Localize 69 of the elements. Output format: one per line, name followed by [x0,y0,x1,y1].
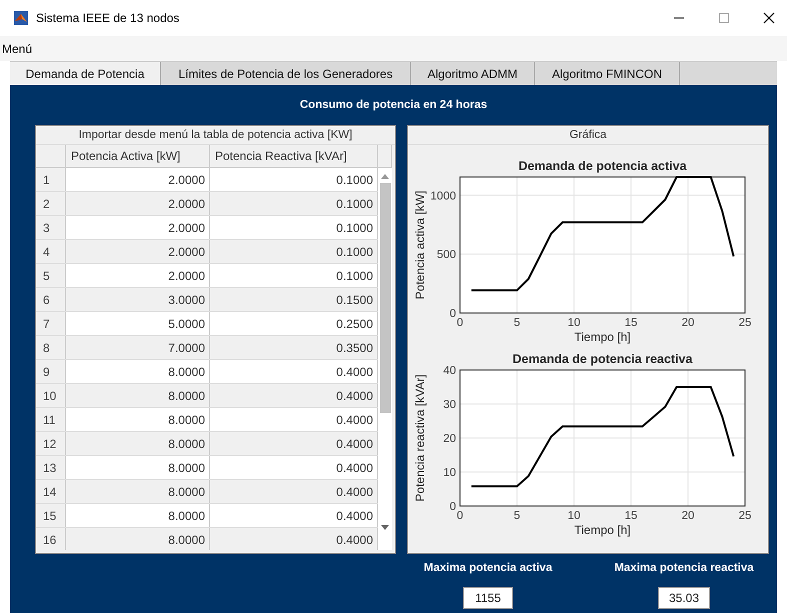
tick-label: 0 [456,510,464,522]
tick-label: 0 [450,308,456,320]
table-cell[interactable]: 8.0000 [66,432,210,455]
tick-label: 0 [456,317,464,329]
panel-title: Consumo de potencia en 24 horas [298,98,488,113]
axis-label: Tiempo [h] [574,523,631,537]
row-number: 13 [36,456,66,479]
table-cell[interactable]: 8.0000 [66,480,210,503]
table-cell[interactable]: 8.0000 [66,528,210,550]
table-cell[interactable]: 8.0000 [66,384,210,407]
scroll-thumb[interactable] [380,183,390,413]
menu-item[interactable]: Menú [0,42,34,56]
app-icon [14,11,28,25]
maximize-icon[interactable] [719,13,729,23]
row-number: 1 [36,168,66,191]
row-number: 11 [36,408,66,431]
row-number: 15 [36,504,66,527]
row-number: 5 [36,264,66,287]
tick-label: 25 [738,510,752,522]
tick-label: 1000 [430,190,456,202]
table-cell[interactable]: 8.0000 [66,408,210,431]
chart-title: Demanda de potencia reactiva [512,352,692,366]
chart-panel-title: Gráfica [408,126,768,145]
summary-label: Maxima potencia activa [424,562,552,574]
tab[interactable]: Algoritmo ADMM [411,62,535,85]
table-cell[interactable]: 2.0000 [66,192,210,215]
table-cell[interactable]: 8.0000 [66,360,210,383]
column-header[interactable]: Potencia Activa [kW] [66,145,210,168]
chart-title: Demanda de potencia activa [518,159,687,173]
axis-label: Potencia activa [kW] [413,190,427,300]
close-icon[interactable] [763,12,775,24]
table-cell[interactable]: 5.0000 [66,312,210,335]
tick-label: 500 [436,249,456,262]
row-number: 3 [36,216,66,239]
axis-label: Potencia reactiva [kVAr] [413,374,427,502]
tick-label: 30 [443,399,456,411]
tick-label: 20 [682,317,694,329]
tick-label: 40 [443,365,456,377]
tick-label: 5 [514,317,520,329]
tick-label: 15 [624,317,638,329]
value-field[interactable]: 1155 [463,587,513,609]
tick-label: 20 [682,510,694,522]
tick-label: 10 [568,317,580,329]
tab[interactable]: Algoritmo FMINCON [535,62,680,85]
table-cell[interactable]: 2.0000 [66,216,210,239]
tick-label: 5 [514,510,520,522]
summary-label: Maxima potencia reactiva [614,562,754,574]
tick-label: 25 [738,317,752,329]
table-cell[interactable]: 7.0000 [66,336,210,359]
axis-label: Tiempo [h] [574,330,631,344]
tick-label: 0 [450,501,456,513]
table-cell[interactable]: 2.0000 [66,168,210,191]
tick-label: 10 [568,510,580,522]
tick-label: 15 [624,510,638,522]
window-title: Sistema IEEE de 13 nodos [36,11,180,25]
table-cell[interactable]: 8.0000 [66,504,210,527]
table-cell[interactable]: 3.0000 [66,288,210,311]
table-cell[interactable]: 8.0000 [66,456,210,479]
tick-label: 20 [443,433,456,445]
column-header[interactable]: Potencia Reactiva [kVAr] [210,145,378,168]
scroll-up-icon[interactable] [381,174,389,179]
tab[interactable]: Límites de Potencia de los Generadores [161,62,411,85]
value-field[interactable]: 35.03 [658,587,710,609]
table-cell[interactable]: 2.0000 [66,240,210,263]
row-number: 9 [36,360,66,383]
row-number: 7 [36,312,66,335]
scroll-down-icon[interactable] [381,525,389,530]
tick-label: 10 [443,467,456,479]
table-cell[interactable]: 2.0000 [66,264,210,287]
